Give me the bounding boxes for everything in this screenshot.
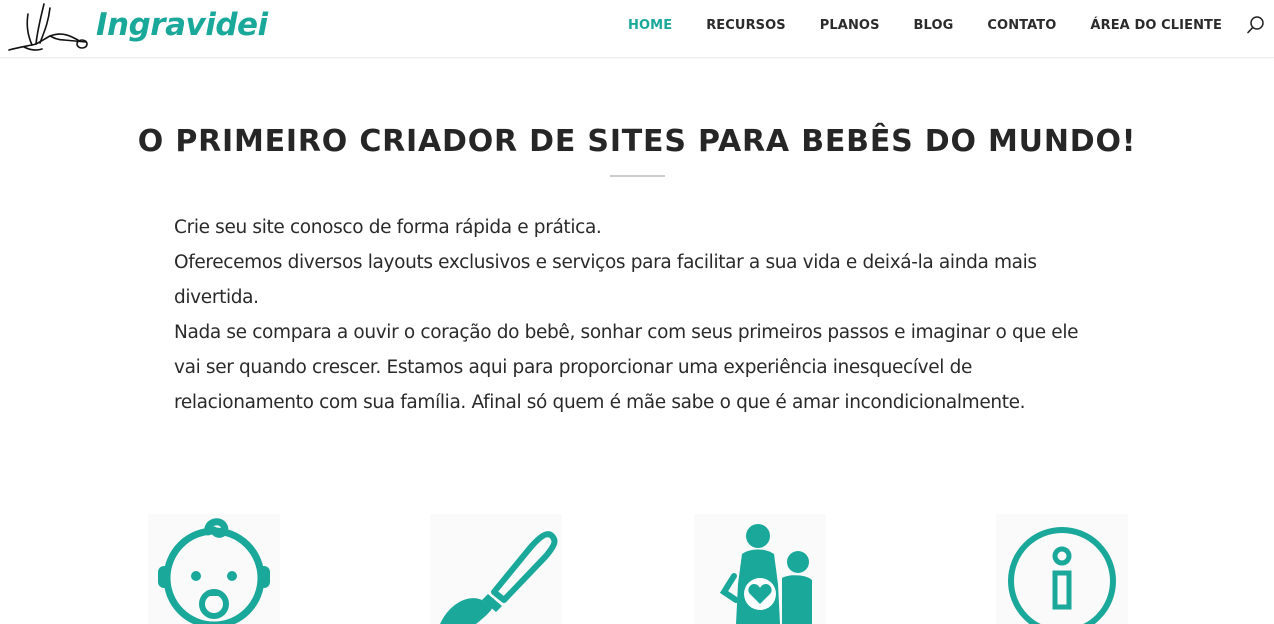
features-row [0,514,1274,624]
logo[interactable]: Ingravidei [6,0,268,56]
logo-text: Ingravidei [96,6,268,43]
nav-item-home[interactable]: HOME [628,18,672,33]
site-header: Ingravidei HOME RECURSOS PLANOS BLOG CON… [0,0,1274,58]
nav-item-blog[interactable]: BLOG [914,18,954,33]
feature-design[interactable] [430,514,562,624]
intro-paragraph: Oferecemos diversos layouts exclusivos e… [174,252,1037,308]
page-title: O PRIMEIRO CRIADOR DE SITES PARA BEBÊS D… [137,124,1137,159]
baby-face-icon [158,518,270,624]
feature-baby[interactable] [148,514,280,624]
nav-item-area-do-cliente[interactable]: ÁREA DO CLIENTE [1090,18,1222,33]
search-icon[interactable] [1246,15,1266,35]
paintbrush-icon [440,531,558,624]
feature-info[interactable] [996,514,1128,624]
main-nav: HOME RECURSOS PLANOS BLOG CONTATO ÁREA D… [594,0,1222,50]
nav-item-planos[interactable]: PLANOS [820,18,880,33]
info-icon [1008,527,1116,624]
title-divider [610,175,665,177]
feature-family[interactable] [694,514,826,624]
intro-paragraph: Crie seu site conosco de forma rápida e … [174,217,602,238]
intro-text: Crie seu site conosco de forma rápida e … [174,210,1104,420]
nav-item-recursos[interactable]: RECURSOS [706,18,786,33]
intro-paragraph: Nada se compara a ouvir o coração do beb… [174,322,1079,413]
nav-item-contato[interactable]: CONTATO [987,18,1056,33]
family-heart-icon [719,524,812,624]
stork-icon [8,3,88,51]
